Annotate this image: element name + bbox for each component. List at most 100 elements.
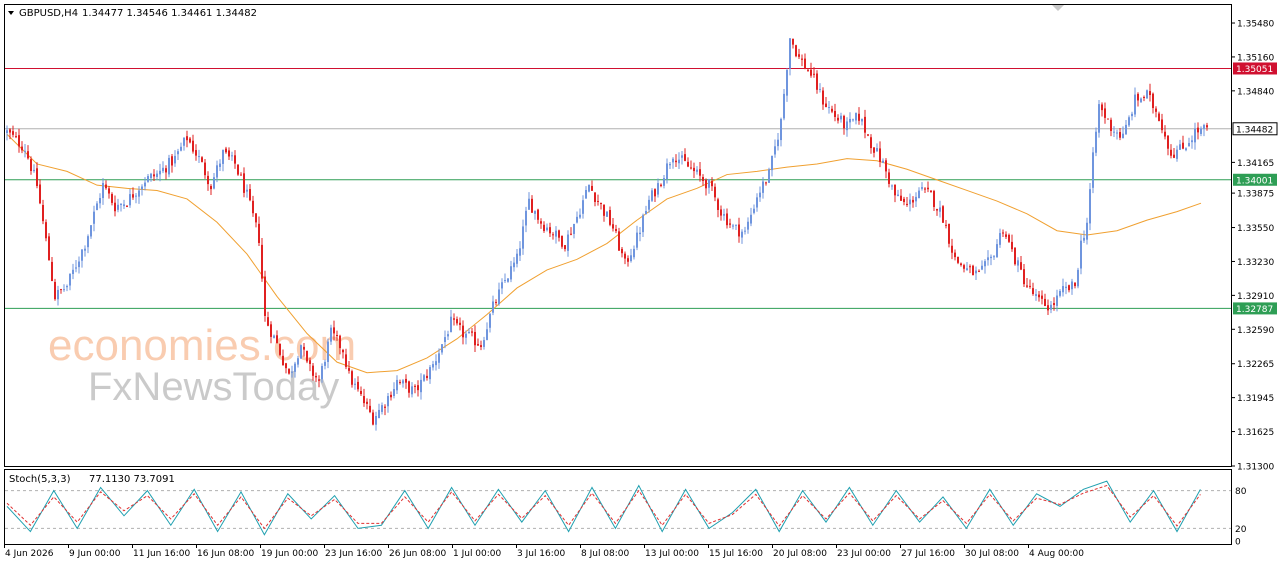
candle-body — [564, 245, 566, 250]
candle-body — [939, 207, 941, 212]
candle-body — [72, 269, 74, 275]
candle-body — [9, 129, 11, 133]
candle-body — [591, 185, 593, 191]
candle-body — [48, 236, 50, 261]
candle-body — [603, 204, 605, 216]
candle-body — [612, 224, 614, 229]
candle-body — [927, 187, 929, 190]
candle-body — [318, 379, 320, 381]
candle-body — [387, 396, 389, 407]
candle-body — [156, 173, 158, 178]
level-tag-text: 1.34482 — [1236, 125, 1273, 135]
candle-body — [1092, 152, 1094, 188]
candle-body — [84, 248, 86, 251]
price-tick-label: 1.35480 — [1237, 20, 1274, 30]
candle-body — [984, 261, 986, 267]
candle-body — [162, 167, 164, 172]
candle-body — [843, 115, 845, 129]
candle-body — [666, 163, 668, 180]
candle-body — [369, 405, 371, 412]
candle-body — [459, 322, 461, 325]
candle-body — [873, 147, 875, 153]
candle-body — [1137, 93, 1139, 101]
time-tick-label: 4 Aug 00:00 — [1029, 549, 1084, 559]
candle-body — [1131, 113, 1133, 117]
candle-body — [690, 167, 692, 169]
candle-body — [714, 186, 716, 198]
watermark-fxnewstoday: FxNewsToday — [88, 365, 339, 409]
candle-body — [1134, 94, 1136, 115]
candle-body — [1119, 132, 1121, 138]
candle-body — [342, 349, 344, 353]
candle-body — [456, 319, 458, 324]
candle-body — [756, 197, 758, 208]
candle-body — [195, 150, 197, 156]
candle-body — [174, 155, 176, 164]
candle-body — [186, 136, 188, 141]
candle-body — [90, 225, 92, 237]
candle-body — [1128, 117, 1130, 126]
candle-body — [1101, 104, 1103, 111]
candle-body — [549, 227, 551, 234]
candle-body — [507, 278, 509, 282]
candle-body — [1029, 285, 1031, 287]
candle-body — [216, 165, 218, 178]
candle-body — [354, 383, 356, 385]
time-tick-label: 16 Jun 08:00 — [197, 549, 254, 559]
candle-body — [414, 385, 416, 387]
candle-body — [834, 110, 836, 117]
level-tag-text: 1.32787 — [1236, 305, 1273, 315]
candle-body — [219, 163, 221, 167]
candle-body — [777, 139, 779, 147]
candle-body — [141, 186, 143, 190]
candle-body — [105, 184, 107, 189]
candle-body — [837, 117, 839, 121]
candle-body — [543, 224, 545, 231]
candle-body — [24, 150, 26, 152]
candle-body — [39, 184, 41, 204]
candle-body — [486, 329, 488, 340]
candle-body — [30, 159, 32, 171]
candle-body — [498, 289, 500, 305]
candle-body — [15, 136, 17, 138]
candle-body — [825, 103, 827, 107]
candle-body — [453, 318, 455, 320]
candle-body — [711, 181, 713, 187]
candle-body — [906, 203, 908, 205]
candle-body — [915, 196, 917, 202]
candle-body — [303, 346, 305, 350]
candle-body — [1053, 303, 1055, 306]
candle-body — [729, 223, 731, 225]
price-axis: 1.35480 1.35160 1.34840 1.34165 1.33875 1.335… — [1231, 20, 1274, 473]
candle-body — [240, 174, 242, 176]
candle-body — [51, 261, 53, 282]
candle-body — [609, 210, 611, 225]
candle-body — [381, 405, 383, 412]
candle-body — [750, 214, 752, 224]
candle-body — [465, 333, 467, 338]
candle-body — [672, 158, 674, 163]
candle-body — [792, 38, 794, 45]
candle-body — [852, 119, 854, 121]
candle-body — [333, 327, 335, 334]
time-tick-label: 30 Jul 08:00 — [965, 549, 1019, 559]
candle-body — [648, 199, 650, 210]
candle-body — [117, 204, 119, 210]
candle-body — [1095, 131, 1097, 153]
candle-body — [1032, 288, 1034, 294]
candle-body — [765, 182, 767, 184]
candle-body — [261, 244, 263, 279]
candle-body — [1038, 294, 1040, 298]
candle-body — [522, 226, 524, 249]
candle-body — [966, 268, 968, 271]
time-axis: 4 Jun 2026 9 Jun 00:00 11 Jun 16:00 16 Jun … — [4, 544, 1084, 559]
candle-body — [651, 190, 653, 201]
price-tick-label: 1.33550 — [1237, 224, 1274, 234]
candle-body — [1083, 237, 1085, 241]
candle-body — [972, 265, 974, 276]
candle-body — [1110, 119, 1112, 131]
candle-body — [204, 162, 206, 176]
time-tick-label: 1 Jul 00:00 — [453, 549, 502, 559]
candle-body — [429, 367, 431, 380]
candle-body — [87, 236, 89, 248]
